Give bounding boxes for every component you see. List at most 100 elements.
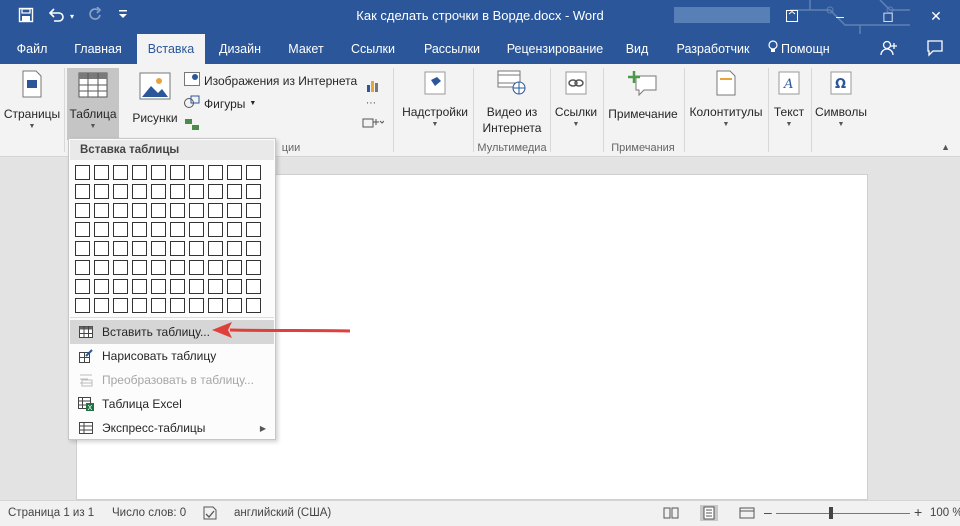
zoom-out-button[interactable]: –	[764, 504, 772, 520]
table-grid-cell[interactable]	[170, 298, 185, 313]
table-grid-cell[interactable]	[75, 241, 90, 256]
tab-mailings[interactable]: Рассылки	[414, 34, 490, 64]
table-grid-cell[interactable]	[94, 260, 109, 275]
excel-table-item[interactable]: X Таблица Excel	[70, 392, 274, 416]
table-grid-cell[interactable]	[75, 222, 90, 237]
zoom-in-button[interactable]: +	[914, 504, 922, 520]
comments-icon[interactable]	[926, 39, 944, 62]
table-grid-cell[interactable]	[246, 241, 261, 256]
tab-insert[interactable]: Вставка	[137, 34, 205, 64]
table-grid-cell[interactable]	[227, 279, 242, 294]
table-grid-cell[interactable]	[113, 279, 128, 294]
table-grid-cell[interactable]	[208, 241, 223, 256]
proofing-icon[interactable]	[202, 505, 218, 524]
table-grid-cell[interactable]	[132, 241, 147, 256]
table-grid-cell[interactable]	[151, 222, 166, 237]
table-grid-cell[interactable]	[170, 279, 185, 294]
table-grid-cell[interactable]	[246, 222, 261, 237]
web-layout-icon[interactable]	[738, 505, 756, 521]
table-grid-cell[interactable]	[151, 165, 166, 180]
table-grid-cell[interactable]	[113, 298, 128, 313]
tab-references[interactable]: Ссылки	[342, 34, 404, 64]
table-grid-cell[interactable]	[170, 241, 185, 256]
table-grid-cell[interactable]	[170, 260, 185, 275]
table-grid-cell[interactable]	[94, 241, 109, 256]
table-grid-cell[interactable]	[113, 203, 128, 218]
table-grid-cell[interactable]	[208, 184, 223, 199]
ribbon-display-options-button[interactable]	[768, 0, 816, 32]
table-grid-cell[interactable]	[132, 279, 147, 294]
text-button[interactable]: A Текст ▼	[770, 70, 808, 140]
table-grid-cell[interactable]	[94, 203, 109, 218]
table-grid-cell[interactable]	[75, 298, 90, 313]
table-grid-cell[interactable]	[208, 260, 223, 275]
table-grid-cell[interactable]	[246, 165, 261, 180]
tab-design[interactable]: Дизайн	[210, 34, 270, 64]
table-grid-cell[interactable]	[189, 222, 204, 237]
page-count[interactable]: Страница 1 из 1	[8, 507, 94, 519]
table-grid-cell[interactable]	[151, 184, 166, 199]
table-grid-cell[interactable]	[227, 222, 242, 237]
smartart-button[interactable]	[184, 118, 200, 135]
pictures-button[interactable]: Рисунки	[128, 72, 182, 140]
addins-button[interactable]: Надстройки ▼	[398, 70, 472, 140]
table-grid-cell[interactable]	[246, 298, 261, 313]
table-grid-cell[interactable]	[75, 203, 90, 218]
table-grid-cell[interactable]	[189, 279, 204, 294]
table-grid-cell[interactable]	[113, 165, 128, 180]
table-grid-cell[interactable]	[113, 184, 128, 199]
table-grid-cell[interactable]	[227, 203, 242, 218]
table-grid-cell[interactable]	[151, 260, 166, 275]
table-grid-cell[interactable]	[94, 165, 109, 180]
comment-button[interactable]: Примечание	[605, 70, 681, 140]
table-grid-cell[interactable]	[189, 184, 204, 199]
zoom-level[interactable]: 100 %	[930, 507, 960, 519]
table-grid-cell[interactable]	[132, 298, 147, 313]
table-grid-cell[interactable]	[151, 279, 166, 294]
table-grid-cell[interactable]	[227, 184, 242, 199]
table-grid-cell[interactable]	[151, 298, 166, 313]
collapse-ribbon-icon[interactable]: ▲	[941, 142, 950, 152]
table-grid-cell[interactable]	[94, 222, 109, 237]
table-grid-cell[interactable]	[227, 241, 242, 256]
table-button[interactable]: Таблица ▼	[67, 68, 119, 140]
tab-view[interactable]: Вид	[618, 34, 656, 64]
table-grid-cell[interactable]	[189, 203, 204, 218]
language[interactable]: английский (США)	[234, 507, 331, 519]
links-button[interactable]: Ссылки ▼	[552, 70, 600, 140]
table-grid-cell[interactable]	[170, 165, 185, 180]
zoom-slider-track[interactable]	[776, 513, 910, 514]
table-grid-cell[interactable]	[94, 279, 109, 294]
close-button[interactable]: ✕	[912, 0, 960, 32]
table-grid-cell[interactable]	[227, 260, 242, 275]
table-grid-cell[interactable]	[208, 165, 223, 180]
maximize-button[interactable]: ◻	[864, 0, 912, 32]
shapes-button[interactable]: Фигуры ▼	[184, 95, 256, 112]
table-grid-cell[interactable]	[227, 165, 242, 180]
screenshot-dropdown[interactable]	[362, 116, 385, 131]
table-grid-cell[interactable]	[246, 279, 261, 294]
screenshot-button[interactable]: ⋯	[366, 98, 376, 109]
minimize-button[interactable]: –	[816, 0, 864, 32]
zoom-slider-thumb[interactable]	[829, 507, 833, 519]
quick-tables-item[interactable]: Экспресс-таблицы ▶	[70, 416, 274, 440]
online-pictures-button[interactable]: Изображения из Интернета	[184, 72, 357, 89]
table-grid-cell[interactable]	[151, 203, 166, 218]
online-video-button[interactable]: Видео из Интернета	[476, 70, 548, 140]
table-grid-cell[interactable]	[94, 298, 109, 313]
table-grid-cell[interactable]	[75, 165, 90, 180]
table-grid-cell[interactable]	[208, 222, 223, 237]
table-grid-cell[interactable]	[227, 298, 242, 313]
tab-review[interactable]: Рецензирование	[500, 34, 610, 64]
draw-table-item[interactable]: Нарисовать таблицу	[70, 344, 274, 368]
header-footer-button[interactable]: Колонтитулы ▼	[686, 70, 766, 140]
table-grid-cell[interactable]	[94, 184, 109, 199]
table-grid-cell[interactable]	[208, 298, 223, 313]
tell-me-box[interactable]: Помощн	[768, 34, 844, 64]
table-grid-cell[interactable]	[189, 260, 204, 275]
table-grid-cell[interactable]	[170, 184, 185, 199]
table-grid-cell[interactable]	[189, 165, 204, 180]
table-grid-cell[interactable]	[189, 298, 204, 313]
table-grid-cell[interactable]	[170, 222, 185, 237]
table-grid-cell[interactable]	[132, 260, 147, 275]
